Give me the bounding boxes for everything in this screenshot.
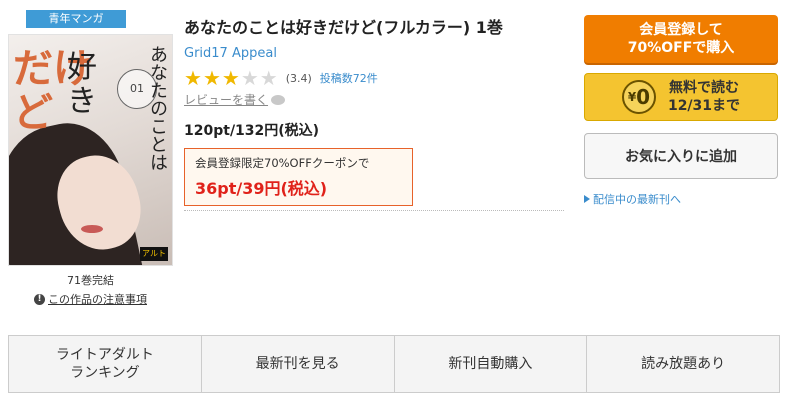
- cover-art-lips: [81, 225, 103, 233]
- tab-label-line1: ライトアダルト: [55, 347, 154, 363]
- member-purchase-button[interactable]: 会員登録して 70%OFFで購入: [584, 15, 778, 63]
- coin-value: 0: [636, 85, 651, 109]
- cover-column: 青年マンガ だけど 好き 01 あなたのことは アルト 71巻完結 ! この作品…: [8, 10, 173, 307]
- caution-link[interactable]: ! この作品の注意事項: [8, 291, 173, 307]
- author-link[interactable]: Grid17 Appeal: [184, 46, 564, 61]
- tab-auto-purchase[interactable]: 新刊自動購入: [395, 336, 588, 392]
- cover-title-like: 好き: [67, 50, 97, 119]
- book-title: あなたのことは好きだけど(フルカラー) 1巻: [184, 18, 503, 37]
- triangle-right-icon: [584, 195, 590, 203]
- coupon-box: 会員登録限定70%OFFクーポンで 36pt/39円(税込): [184, 148, 413, 206]
- tab-label: 新刊自動購入: [448, 356, 533, 372]
- actions-column: 会員登録して 70%OFFで購入 ¥0 無料で読む 12/31まで お気に入りに…: [584, 15, 778, 207]
- latest-volume-label: 配信中の最新刊へ: [593, 193, 681, 206]
- tab-unlimited-reading[interactable]: 読み放題あり: [587, 336, 779, 392]
- add-favorite-button[interactable]: お気に入りに追加: [584, 133, 778, 179]
- latest-volume-link[interactable]: 配信中の最新刊へ: [584, 191, 778, 207]
- free-read-line2: 12/31まで: [667, 98, 741, 114]
- star-icon: ★: [240, 66, 259, 90]
- star-icon: ★: [259, 66, 278, 90]
- member-button-line1: 会員登録して: [639, 22, 723, 38]
- star-icon: ★: [184, 66, 202, 90]
- write-review-label: レビューを書く: [184, 93, 269, 107]
- free-read-button[interactable]: ¥0 無料で読む 12/31まで: [584, 73, 778, 121]
- tab-label: 最新刊を見る: [255, 356, 340, 372]
- free-read-line1: 無料で読む: [668, 80, 739, 96]
- write-review-link[interactable]: レビューを書く: [184, 91, 564, 108]
- volume-note: 71巻完結: [67, 274, 114, 287]
- tab-label: 読み放題あり: [641, 356, 726, 372]
- tab-light-adult-ranking[interactable]: ライトアダルト ランキング: [9, 336, 202, 392]
- exclamation-icon: !: [34, 293, 45, 305]
- divider: [184, 210, 564, 211]
- rating-value: (3.4): [285, 71, 312, 85]
- price: 120pt/132円(税込): [184, 123, 320, 139]
- cover-title-side: あなたのことは: [147, 45, 168, 171]
- caution-link-label: この作品の注意事項: [48, 293, 147, 306]
- speech-bubble-icon: [271, 94, 286, 105]
- book-info: あなたのことは好きだけど(フルカラー) 1巻 Grid17 Appeal ★ ★…: [184, 14, 564, 206]
- coupon-title: 会員登録限定70%OFFクーポンで: [195, 156, 370, 170]
- coupon-price: 36pt/39円(税込): [195, 179, 328, 198]
- review-count-link[interactable]: 投稿数72件: [320, 70, 378, 86]
- rating-stars: ★ ★ ★ ★ ★: [184, 68, 278, 88]
- bottom-tab-bar: ライトアダルト ランキング 最新刊を見る 新刊自動購入 読み放題あり: [8, 335, 780, 393]
- member-button-line2: 70%OFFで購入: [627, 40, 735, 56]
- genre-badge[interactable]: 青年マンガ: [26, 10, 126, 28]
- tab-label-line2: ランキング: [70, 365, 140, 381]
- star-icon: ★: [202, 66, 221, 90]
- yen-coin-icon: ¥0: [621, 80, 656, 114]
- star-icon: ★: [221, 66, 240, 90]
- rating-row: ★ ★ ★ ★ ★ (3.4) 投稿数72件: [184, 68, 564, 88]
- tab-latest-volume[interactable]: 最新刊を見る: [202, 336, 395, 392]
- publisher-logo: アルト: [140, 247, 168, 261]
- book-cover-image[interactable]: だけど 好き 01 あなたのことは アルト: [8, 34, 173, 266]
